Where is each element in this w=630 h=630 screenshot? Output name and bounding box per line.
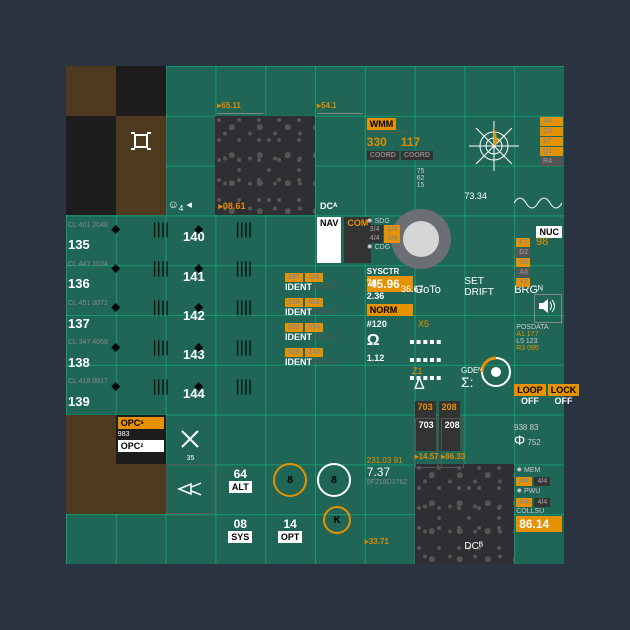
delta-icon: Δ <box>414 376 425 394</box>
alt-block[interactable]: 64 ALT <box>215 464 265 514</box>
ident-vals: 74 2.36 NORM #120 Ω 1.12 <box>365 276 415 416</box>
compass-icon <box>464 116 524 176</box>
dcb-label: DCᴮ <box>464 541 514 591</box>
nav-com[interactable]: NAVCOM <box>315 215 365 265</box>
num-col: CL 401 2048 135 CL 447 1024 136 CL 451 0… <box>66 215 116 415</box>
setdrift-button[interactable]: SET DRIFT <box>464 276 514 326</box>
wmm-block[interactable]: WMM 330COORD 117COORD <box>365 116 415 166</box>
sdg-block: ✹ SDG 3/4 1/4 4/4 1/4 ✹ CDG <box>365 215 415 265</box>
side-readout: 231.03 91 7.37 5F218D1762 <box>365 454 415 504</box>
readout: ▸54.1 <box>315 66 365 116</box>
waveform: NUC <box>514 191 564 241</box>
bg-block <box>116 464 166 514</box>
sys-block[interactable]: 08 SYS <box>215 514 265 564</box>
horn-icon[interactable] <box>166 464 216 514</box>
readout: ▸33.71 <box>365 536 415 586</box>
bg-block <box>66 415 116 465</box>
num-col: 140 141 142 143 144 <box>181 215 231 415</box>
opt-block[interactable]: 14 OPT <box>265 514 315 564</box>
posdata: POSDATA A1 177 L5 123 R3 095 <box>514 322 564 372</box>
knob-k[interactable]: K <box>321 504 353 536</box>
readout: ▸08.61 <box>215 166 265 216</box>
sigma-icon: Σ: <box>461 374 474 390</box>
mid-nums: 756215 <box>415 166 465 216</box>
f-stack: F7 D2 U5 A0 Y7 <box>514 236 532 286</box>
status-stack: A8 C3 V7 Q1 R4 <box>539 116 564 166</box>
bg-block <box>116 166 166 216</box>
bg-block <box>66 66 116 116</box>
label: Z1 <box>412 366 423 376</box>
cross-icon: 35 <box>166 415 216 465</box>
crosshair-icon <box>116 116 166 166</box>
mem-block: ✹ MEM 4/4 4/4 ✹ PWU 4/4 4/4 COLLSU 86.14 <box>514 464 564 514</box>
knob-8a: 8 <box>273 463 307 497</box>
knob-8b: 8 <box>317 463 351 497</box>
bg-block <box>66 464 116 514</box>
hud-panel: ▸65.11 ▸54.1 ☺4 ◂ ▸08.61 DCᴬ WMM 330COOR… <box>66 66 564 564</box>
phi-row: 938 83 Φ 752 <box>514 423 564 448</box>
bg-block <box>66 166 116 216</box>
q-indicator: ☺4 ◂ <box>166 166 216 216</box>
ident-stack[interactable]: 297 116IDENTIDENT 319 402IDENTIDENT 203 … <box>283 269 368 429</box>
opc-block[interactable]: OPCˢ 983 OPCᶻ <box>116 415 166 465</box>
readout: 73.34 <box>464 191 514 241</box>
dc-label: DCᴬ <box>315 166 365 216</box>
readout: 98 <box>536 236 548 248</box>
bg-block <box>116 66 166 116</box>
knob-row[interactable]: 8 8 <box>271 461 353 499</box>
gauge-icon <box>478 354 514 395</box>
label: X5 <box>418 319 429 329</box>
readout: ▸65.11 <box>215 66 265 116</box>
audio-icon[interactable] <box>534 294 562 323</box>
bg-block <box>66 116 116 166</box>
readout: ▸14.57 ▸86.33 <box>415 451 515 501</box>
